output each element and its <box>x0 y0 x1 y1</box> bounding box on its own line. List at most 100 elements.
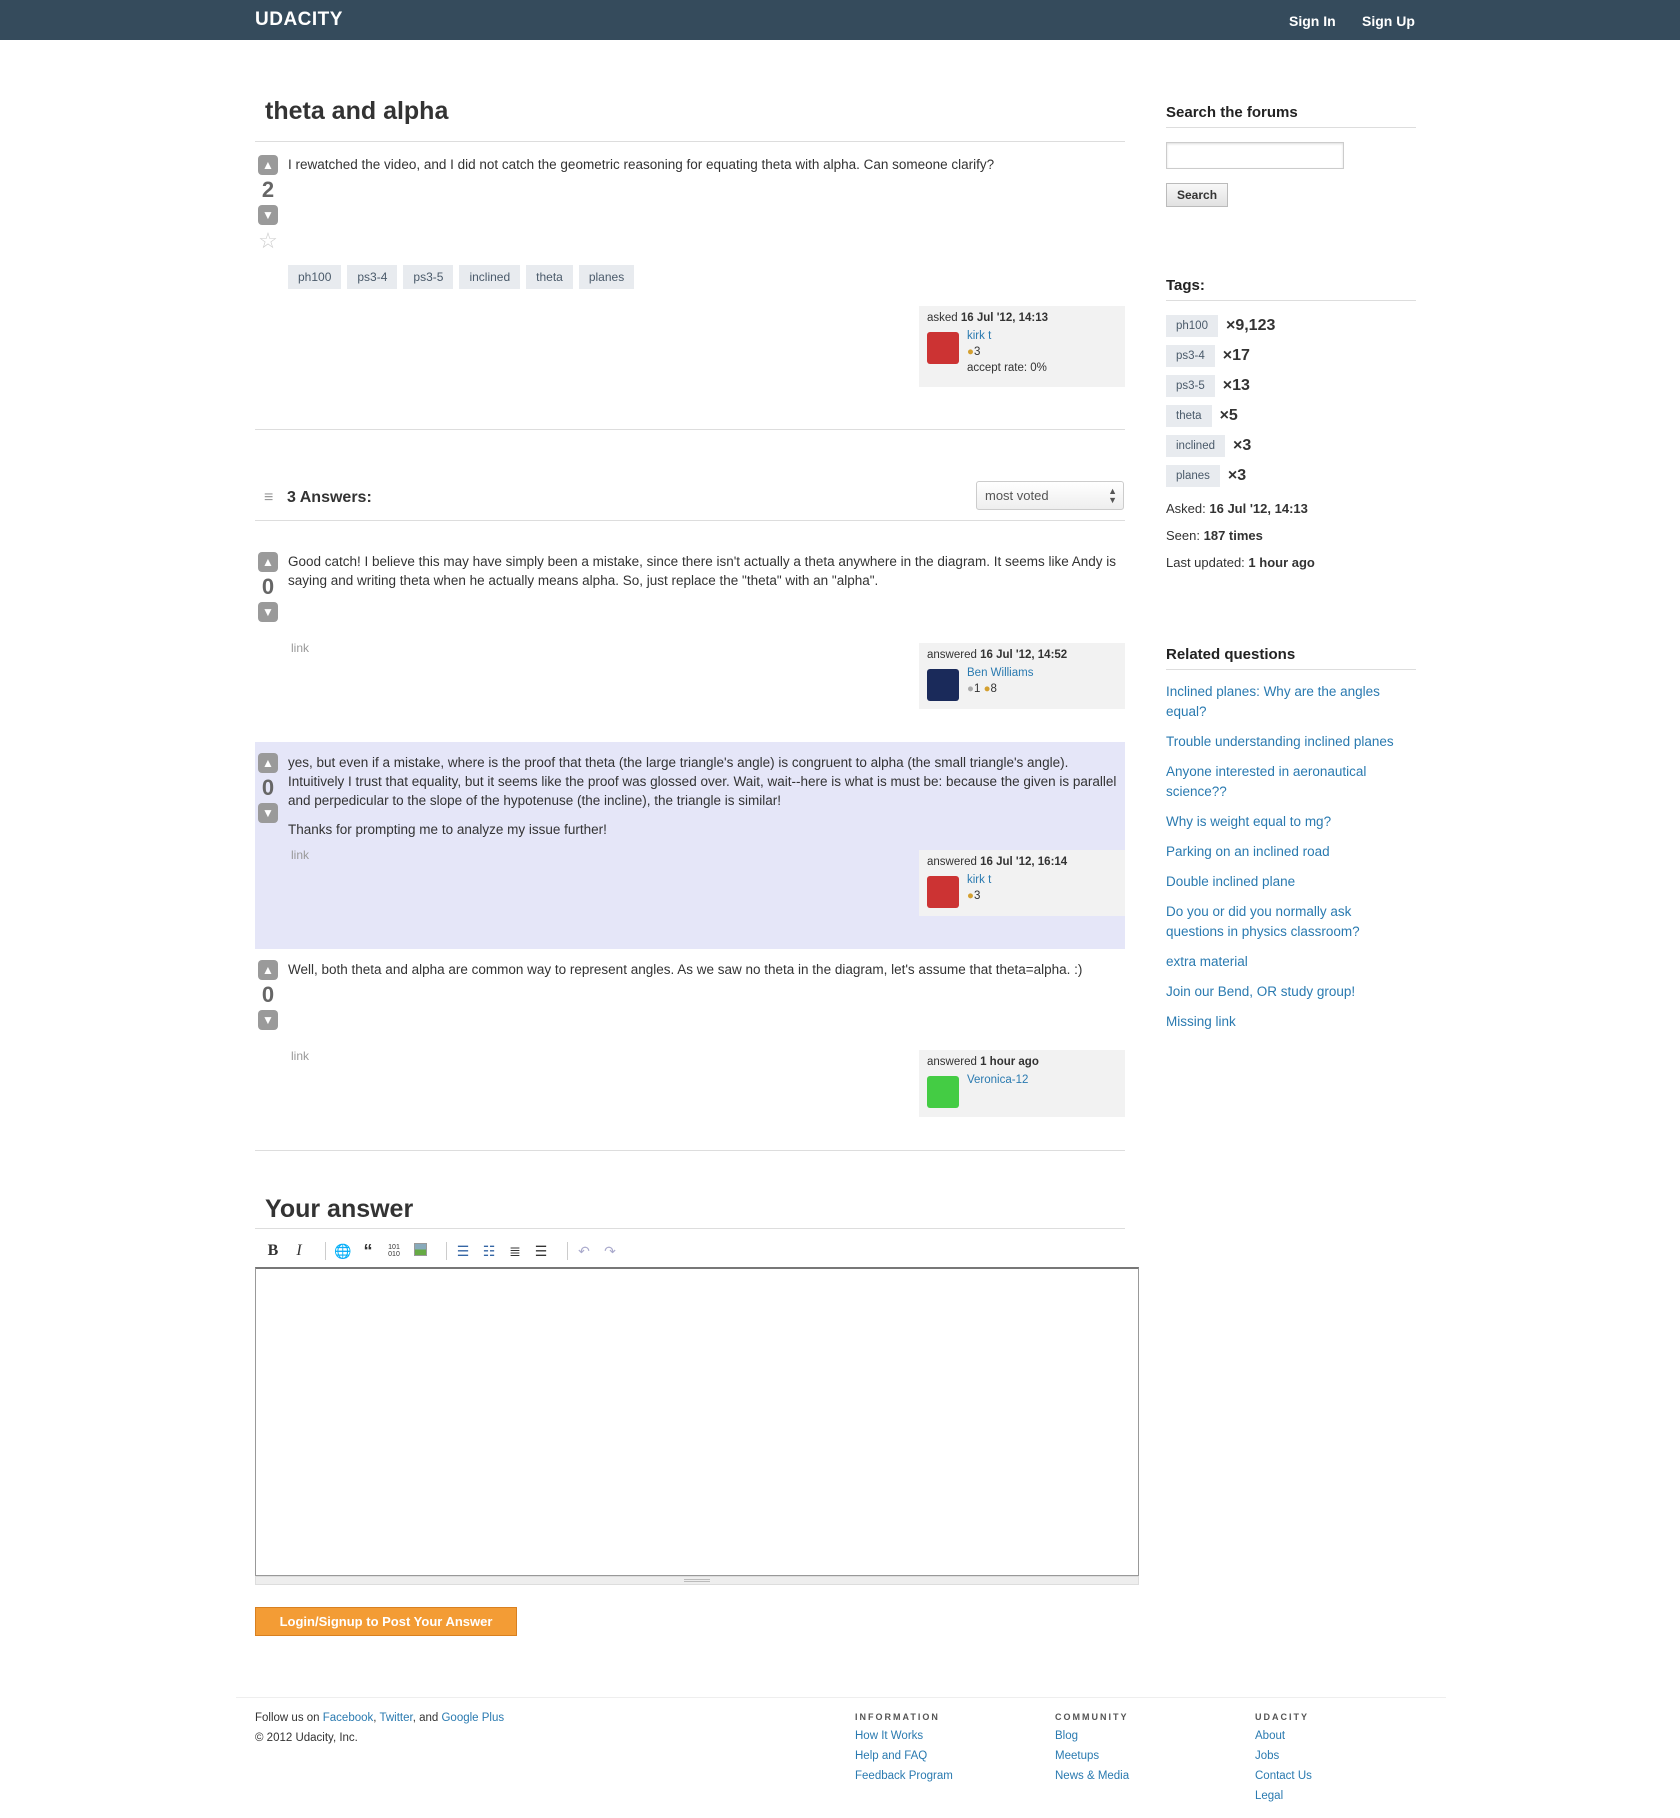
thumbs-down-icon[interactable]: ▼ <box>258 205 278 225</box>
udacity-logo[interactable]: UDACITY <box>255 9 343 31</box>
answer-permalink[interactable]: link <box>291 1049 309 1063</box>
footer-link[interactable]: Meetups <box>1055 1746 1129 1766</box>
question-stats: Asked: 16 Jul '12, 14:13 Seen: 187 times… <box>1166 495 1416 576</box>
select-arrows-icon: ▲ ▼ <box>1108 486 1117 505</box>
question-tags: ph100 ps3-4 ps3-5 inclined theta planes <box>288 265 640 289</box>
favorite-star-icon[interactable]: ☆ <box>256 228 280 254</box>
related-question-link[interactable]: Double inclined plane <box>1166 872 1406 892</box>
footer-link[interactable]: How It Works <box>855 1726 953 1746</box>
tag[interactable]: theta <box>526 265 573 289</box>
tag[interactable]: ps3-5 <box>1166 375 1215 397</box>
sign-in-link[interactable]: Sign In <box>1289 13 1336 29</box>
search-heading: Search the forums <box>1166 104 1416 128</box>
thumbs-down-icon[interactable]: ▼ <box>258 803 278 823</box>
tag[interactable]: ph100 <box>1166 315 1218 337</box>
related-question-link[interactable]: Missing link <box>1166 1012 1406 1032</box>
hyperlink-icon[interactable]: 🌐 <box>334 1243 351 1260</box>
answer-body: yes, but even if a mistake, where is the… <box>288 755 1117 808</box>
undo-icon[interactable]: ↶ <box>576 1243 592 1260</box>
seen-value: 187 times <box>1203 528 1263 543</box>
related-heading: Related questions <box>1166 646 1416 670</box>
related-question-link[interactable]: Anyone interested in aeronautical scienc… <box>1166 762 1406 802</box>
thumbs-down-icon[interactable]: ▼ <box>258 602 278 622</box>
asked-value: 16 Jul '12, 14:13 <box>1209 501 1308 516</box>
related-question-link[interactable]: Trouble understanding inclined planes <box>1166 732 1406 752</box>
vote-count: 0 <box>261 574 275 599</box>
answer-permalink[interactable]: link <box>291 641 309 655</box>
tag[interactable]: ph100 <box>288 265 342 289</box>
footer-link[interactable]: About <box>1255 1726 1312 1746</box>
search-input[interactable] <box>1166 142 1344 169</box>
tag-row: ps3-4 ×17 <box>1166 341 1416 371</box>
footer-link[interactable]: Help and FAQ <box>855 1746 953 1766</box>
tag[interactable]: ps3-4 <box>347 265 398 289</box>
related-question-link[interactable]: Do you or did you normally ask questions… <box>1166 902 1406 942</box>
thumbs-up-icon[interactable]: ▲ <box>258 960 278 980</box>
divider <box>255 429 1125 430</box>
footer-social: Follow us on Facebook, Twitter, and Goog… <box>255 1712 505 1744</box>
avatar[interactable] <box>927 876 959 908</box>
toolbar-separator <box>567 1242 568 1260</box>
blockquote-icon[interactable]: “ <box>360 1241 376 1262</box>
footer-link[interactable]: News & Media <box>1055 1766 1129 1786</box>
redo-icon[interactable]: ↷ <box>602 1243 618 1260</box>
reputation: 3 <box>973 346 981 358</box>
bold-icon[interactable]: B <box>265 1242 281 1260</box>
related-question-link[interactable]: extra material <box>1166 952 1406 972</box>
answered-info: answered 16 Jul '12, 14:52 Ben Williams ●… <box>919 643 1125 709</box>
asked-label: Asked: <box>1166 501 1206 516</box>
google-plus-link[interactable]: Google Plus <box>441 1712 504 1724</box>
asked-label: asked <box>927 312 958 324</box>
answered-label: answered <box>927 649 977 661</box>
tag[interactable]: ps3-5 <box>403 265 454 289</box>
divider <box>255 1150 1125 1151</box>
tag[interactable]: inclined <box>459 265 521 289</box>
avatar[interactable] <box>927 1076 959 1108</box>
tag[interactable]: planes <box>1166 465 1220 487</box>
tag[interactable]: ps3-4 <box>1166 345 1215 367</box>
horizontal-rule-icon[interactable]: ☰ <box>533 1243 549 1260</box>
resize-grip[interactable] <box>255 1576 1139 1585</box>
footer-link[interactable]: Contact Us <box>1255 1766 1312 1786</box>
twitter-link[interactable]: Twitter <box>379 1712 412 1724</box>
footer-link[interactable]: Jobs <box>1255 1746 1312 1766</box>
user-link[interactable]: Ben Williams <box>967 667 1033 679</box>
user-link[interactable]: kirk t <box>967 874 991 886</box>
thumbs-up-icon[interactable]: ▲ <box>258 155 278 175</box>
heading-icon[interactable]: ≣ <box>507 1243 523 1260</box>
code-sample-icon[interactable]: 101 010 <box>386 1244 402 1258</box>
footer-link[interactable]: Legal <box>1255 1786 1312 1806</box>
numbered-list-icon[interactable]: ☰ <box>455 1243 471 1260</box>
footer-link[interactable]: Blog <box>1055 1726 1129 1746</box>
footer-link[interactable]: Feedback Program <box>855 1766 953 1786</box>
related-question-link[interactable]: Join our Bend, OR study group! <box>1166 982 1406 1002</box>
question-vote-panel: ▲ 2 ▼ ☆ <box>256 155 280 254</box>
answer-textarea[interactable] <box>255 1267 1139 1576</box>
avatar[interactable] <box>927 669 959 701</box>
login-to-post-button[interactable]: Login/Signup to Post Your Answer <box>255 1607 517 1636</box>
footer-divider <box>236 1697 1446 1698</box>
facebook-link[interactable]: Facebook <box>323 1712 374 1724</box>
answer-body: Well, both theta and alpha are common wa… <box>288 962 1083 977</box>
bulleted-list-icon[interactable]: ☷ <box>481 1243 497 1260</box>
related-question-link[interactable]: Why is weight equal to mg? <box>1166 812 1406 832</box>
image-icon[interactable] <box>412 1243 428 1259</box>
thumbs-down-icon[interactable]: ▼ <box>258 1010 278 1030</box>
thumbs-up-icon[interactable]: ▲ <box>258 552 278 572</box>
italic-icon[interactable]: I <box>291 1242 307 1260</box>
tag[interactable]: inclined <box>1166 435 1225 457</box>
answer-permalink[interactable]: link <box>291 848 309 862</box>
tag[interactable]: theta <box>1166 405 1212 427</box>
sign-up-link[interactable]: Sign Up <box>1362 13 1415 29</box>
avatar[interactable] <box>927 332 959 364</box>
answered-label: answered <box>927 856 977 868</box>
updated-label: Last updated: <box>1166 555 1245 570</box>
tag[interactable]: planes <box>578 265 635 289</box>
search-button[interactable]: Search <box>1166 183 1229 207</box>
related-question-link[interactable]: Inclined planes: Why are the angles equa… <box>1166 682 1406 722</box>
thumbs-up-icon[interactable]: ▲ <box>258 753 278 773</box>
user-link[interactable]: kirk t <box>967 330 991 342</box>
related-question-link[interactable]: Parking on an inclined road <box>1166 842 1406 862</box>
sort-select[interactable]: most voted ▲ ▼ <box>976 481 1124 510</box>
user-link[interactable]: Veronica-12 <box>967 1074 1028 1086</box>
